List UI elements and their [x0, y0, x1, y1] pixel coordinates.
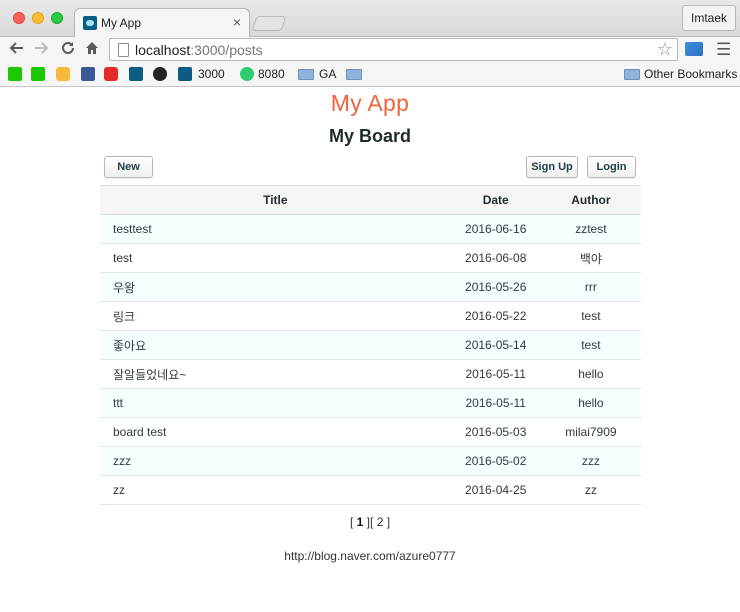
- naver-icon[interactable]: [8, 67, 22, 81]
- url-text: localhost:3000/posts: [135, 42, 263, 58]
- title-column-header: Title: [100, 185, 451, 215]
- table-row[interactable]: 링크 2016-05-22 test: [100, 301, 641, 331]
- post-title[interactable]: ttt: [100, 388, 451, 418]
- post-author: 백야: [540, 243, 641, 273]
- home-icon[interactable]: [84, 40, 100, 62]
- new-tab-button[interactable]: [251, 16, 287, 31]
- minimize-window-button[interactable]: [32, 12, 44, 24]
- table-row[interactable]: 잘알들었네요~ 2016-05-11 hello: [100, 359, 641, 389]
- app-title[interactable]: My App: [0, 88, 740, 118]
- post-title[interactable]: zz: [100, 475, 451, 505]
- youtube-icon[interactable]: [104, 67, 118, 81]
- pagination: [ 1 ][ 2 ]: [0, 515, 740, 529]
- footer-blog-link[interactable]: http://blog.naver.com/azure0777: [0, 549, 740, 563]
- post-date: 2016-05-26: [450, 272, 541, 302]
- app-bookmark-icon[interactable]: [129, 67, 143, 81]
- post-date: 2016-05-11: [450, 388, 541, 418]
- sign-up-button[interactable]: Sign Up: [526, 156, 578, 178]
- post-title[interactable]: 링크: [100, 301, 451, 331]
- post-date: 2016-05-11: [450, 359, 541, 389]
- forward-arrow-icon[interactable]: [33, 40, 49, 62]
- app-bookmark-icon[interactable]: [178, 67, 192, 81]
- post-date: 2016-06-08: [450, 243, 541, 273]
- browser-tab-active[interactable]: My App ×: [74, 8, 250, 38]
- profile-button[interactable]: Imtaek: [681, 5, 736, 31]
- post-date: 2016-05-22: [450, 301, 541, 331]
- bulb-icon[interactable]: [56, 67, 70, 81]
- tab-close-icon[interactable]: ×: [233, 14, 241, 30]
- post-date: 2016-05-14: [450, 330, 541, 360]
- address-bar[interactable]: localhost:3000/posts ☆: [109, 38, 678, 61]
- naver-icon[interactable]: [31, 67, 45, 81]
- pagination-bracket: [: [349, 515, 354, 529]
- post-title[interactable]: testtest: [100, 214, 451, 244]
- q-icon[interactable]: [240, 67, 254, 81]
- extension-icon[interactable]: [685, 42, 703, 56]
- page-link-current[interactable]: 1: [357, 515, 364, 529]
- zoom-window-button[interactable]: [51, 12, 63, 24]
- menu-icon[interactable]: ☰: [716, 40, 731, 60]
- facebook-icon[interactable]: [81, 67, 95, 81]
- author-column-header: Author: [540, 185, 641, 215]
- post-title[interactable]: 잘알들었네요~: [100, 359, 451, 389]
- github-icon[interactable]: [153, 67, 167, 81]
- app-favicon-icon: [83, 16, 97, 30]
- bookmark-8080[interactable]: 8080: [258, 67, 285, 82]
- folder-icon[interactable]: [346, 69, 362, 80]
- post-author: zztest: [540, 214, 641, 244]
- bookmark-star-icon[interactable]: ☆: [657, 39, 673, 60]
- bookmark-other[interactable]: Other Bookmarks: [644, 67, 737, 82]
- folder-icon[interactable]: [298, 69, 314, 80]
- table-row[interactable]: testtest 2016-06-16 zztest: [100, 214, 641, 244]
- post-title[interactable]: board test: [100, 417, 451, 447]
- url-path: :3000/posts: [190, 42, 263, 58]
- folder-icon[interactable]: [624, 69, 640, 80]
- page-content: My App My Board New Sign Up Login Title …: [0, 88, 740, 612]
- post-author: hello: [540, 388, 641, 418]
- post-author: zz: [540, 475, 641, 505]
- reload-icon[interactable]: [60, 40, 76, 62]
- post-date: 2016-05-02: [450, 446, 541, 476]
- posts-table: Title Date Author testtest 2016-06-16 zz…: [100, 185, 641, 505]
- post-author: milai7909: [540, 417, 641, 447]
- post-title[interactable]: zzz: [100, 446, 451, 476]
- pagination-bracket: ]: [386, 515, 391, 529]
- page-link[interactable]: 2: [377, 515, 384, 529]
- browser-titlebar: My App × Imtaek: [0, 0, 740, 38]
- new-post-button[interactable]: New: [104, 156, 153, 178]
- post-date: 2016-04-25: [450, 475, 541, 505]
- page-title: My Board: [328, 126, 411, 146]
- browser-toolbar: localhost:3000/posts ☆ ☰: [0, 37, 740, 63]
- pagination-bracket: [: [370, 515, 374, 529]
- table-header-row: Title Date Author: [100, 185, 641, 215]
- bookmark-3000[interactable]: 3000: [198, 67, 225, 82]
- post-author: rrr: [540, 272, 641, 302]
- post-author: zzz: [540, 446, 641, 476]
- close-window-button[interactable]: [13, 12, 25, 24]
- post-author: hello: [540, 359, 641, 389]
- table-row[interactable]: zz 2016-04-25 zz: [100, 475, 641, 505]
- table-row[interactable]: zzz 2016-05-02 zzz: [100, 446, 641, 476]
- bookmarks-bar: 3000 8080 GA Other Bookmarks: [0, 63, 740, 87]
- post-author: test: [540, 301, 641, 331]
- bookmark-ga[interactable]: GA: [319, 67, 336, 82]
- post-date: 2016-05-03: [450, 417, 541, 447]
- date-column-header: Date: [450, 185, 541, 215]
- back-arrow-icon[interactable]: [9, 40, 25, 62]
- tab-title: My App: [101, 16, 142, 30]
- page-icon: [118, 43, 129, 57]
- post-author: test: [540, 330, 641, 360]
- post-date: 2016-06-16: [450, 214, 541, 244]
- login-button[interactable]: Login: [587, 156, 636, 178]
- table-row[interactable]: ttt 2016-05-11 hello: [100, 388, 641, 418]
- table-row[interactable]: test 2016-06-08 백야: [100, 243, 641, 273]
- post-title[interactable]: 우왕: [100, 272, 451, 302]
- post-title[interactable]: 좋아요: [100, 330, 451, 360]
- table-row[interactable]: board test 2016-05-03 milai7909: [100, 417, 641, 447]
- table-row[interactable]: 우왕 2016-05-26 rrr: [100, 272, 641, 302]
- post-title[interactable]: test: [100, 243, 451, 273]
- url-host: localhost: [135, 42, 191, 58]
- table-row[interactable]: 좋아요 2016-05-14 test: [100, 330, 641, 360]
